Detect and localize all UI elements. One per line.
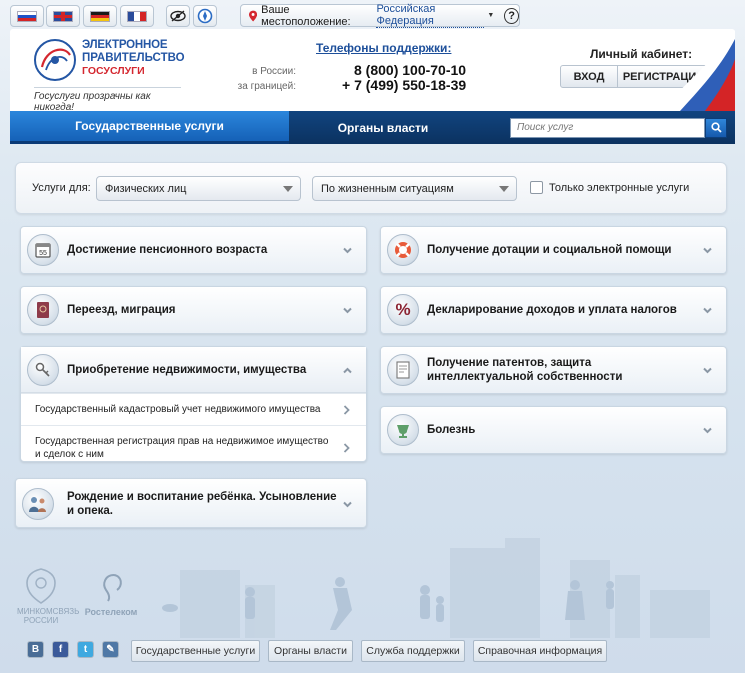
- site-header: ЭЛЕКТРОННОЕ ПРАВИТЕЛЬСТВО ГОСУСЛУГИ Госу…: [10, 29, 735, 111]
- logo-title-line3: ГОСУСЛУГИ: [82, 65, 145, 77]
- electronic-only-label[interactable]: Только электронные услуги: [549, 182, 689, 194]
- footer-link-authorities[interactable]: Органы власти: [268, 640, 353, 662]
- subcategory-label: Государственный кадастровый учет недвижи…: [35, 404, 321, 415]
- chevron-up-icon[interactable]: [343, 366, 352, 375]
- minsvyaz-logo-text: МИНКОМСВЯЗЬ РОССИИ: [17, 607, 80, 625]
- category-title: Получение дотации и социальной помощи: [427, 244, 672, 256]
- chevron-down-icon[interactable]: [703, 246, 712, 255]
- twitter-icon[interactable]: t: [77, 641, 94, 658]
- location-label: Ваше местоположение:: [261, 3, 351, 28]
- category-pension[interactable]: 55 Достижение пенсионного возраста: [20, 226, 367, 274]
- chevron-down-icon[interactable]: [343, 246, 352, 255]
- category-subsidy[interactable]: Получение дотации и социальной помощи: [380, 226, 727, 274]
- location-link[interactable]: Российская Федерация: [376, 3, 485, 28]
- french-flag-icon[interactable]: [120, 5, 154, 27]
- family-icon: [22, 488, 54, 520]
- category-illness[interactable]: Болезнь: [380, 406, 727, 454]
- chevron-right-icon: [343, 404, 350, 415]
- subcategory-item[interactable]: Государственный кадастровый учет недвижи…: [21, 393, 366, 425]
- certificate-icon: [387, 354, 419, 386]
- services-filter-panel: Услуги для: Физических лиц По жизненным …: [15, 162, 727, 214]
- category-title: Приобретение недвижимости, имущества: [67, 364, 307, 376]
- category-taxes[interactable]: % Декларирование доходов и уплата налого…: [380, 286, 727, 334]
- footer-link-support[interactable]: Служба поддержки: [361, 640, 465, 662]
- keys-icon: [27, 354, 59, 386]
- chevron-down-icon[interactable]: [343, 306, 352, 315]
- support-phones-title[interactable]: Телефоны поддержки:: [316, 41, 451, 55]
- category-patents[interactable]: Получение патентов, защита интеллектуаль…: [380, 346, 727, 394]
- electronic-only-checkbox[interactable]: [530, 181, 543, 194]
- phone-russia-label: в России:: [252, 66, 296, 77]
- chevron-down-icon: [283, 186, 293, 192]
- tricolor-stripe-decoration: [660, 29, 735, 111]
- calendar-55-icon: 55: [27, 234, 59, 266]
- location-selector: Ваше местоположение: Российская Федераци…: [240, 3, 520, 28]
- lifebuoy-icon: [387, 234, 419, 266]
- uk-flag-icon[interactable]: [46, 5, 80, 27]
- top-bar: Ваше местоположение: Российская Федераци…: [0, 0, 745, 30]
- phone-abroad-number: + 7 (499) 550-18-39: [342, 77, 467, 93]
- search-icon[interactable]: [705, 117, 727, 138]
- footer-link-reference[interactable]: Справочная информация: [473, 640, 607, 662]
- category-title: Болезнь: [427, 424, 476, 436]
- subcategory-item[interactable]: Государственная регистрация прав на недв…: [21, 425, 366, 470]
- tab-state-services[interactable]: Государственные услуги: [10, 111, 289, 144]
- help-icon[interactable]: ?: [504, 7, 519, 24]
- footer-link-services[interactable]: Государственные услуги: [131, 640, 260, 662]
- category-title: Переезд, миграция: [67, 304, 176, 316]
- rostelecom-logo-text: Ростелеком: [84, 607, 138, 617]
- category-type-select-value: По жизненным ситуациям: [321, 183, 454, 195]
- gosuslugi-logo-icon[interactable]: [32, 37, 78, 83]
- chevron-right-icon: [343, 443, 350, 453]
- chevron-down-icon[interactable]: [703, 306, 712, 315]
- search-input[interactable]: [510, 117, 705, 138]
- medicine-icon: [387, 414, 419, 446]
- passport-icon: [27, 294, 59, 326]
- chevron-down-icon[interactable]: [343, 500, 352, 509]
- category-property[interactable]: Приобретение недвижимости, имущества Гос…: [20, 346, 367, 462]
- audience-select-value: Физических лиц: [105, 183, 187, 195]
- chevron-down-icon[interactable]: [703, 426, 712, 435]
- chevron-down-icon[interactable]: [703, 366, 712, 375]
- audience-select[interactable]: Физических лиц: [96, 176, 301, 201]
- tab-authorities[interactable]: Органы власти: [289, 111, 477, 144]
- german-flag-icon[interactable]: [83, 5, 117, 27]
- rostelecom-logo-icon: [103, 574, 122, 602]
- chevron-down-icon: [499, 186, 509, 192]
- accessibility-eye-icon[interactable]: [166, 5, 190, 27]
- category-title: Получение патентов, защита интеллектуаль…: [427, 357, 623, 383]
- services-for-label: Услуги для:: [32, 182, 91, 194]
- phone-russia-number: 8 (800) 100-70-10: [354, 62, 467, 78]
- location-pin-icon: [249, 10, 258, 21]
- compass-icon[interactable]: [193, 5, 217, 27]
- russian-flag-icon[interactable]: [10, 5, 44, 27]
- vkontakte-icon[interactable]: B: [27, 641, 44, 658]
- login-button[interactable]: ВХОД: [560, 65, 618, 88]
- logo-title-line1: ЭЛЕКТРОННОЕ: [82, 39, 168, 51]
- coat-of-arms-icon: [26, 568, 56, 604]
- category-title: Достижение пенсионного возраста: [67, 244, 268, 256]
- chevron-down-icon[interactable]: ▼: [487, 12, 494, 19]
- livejournal-icon[interactable]: ✎: [102, 641, 119, 658]
- category-child[interactable]: Рождение и воспитание ребёнка. Усыновлен…: [15, 478, 367, 528]
- svg-text:55: 55: [39, 250, 47, 257]
- category-migration[interactable]: Переезд, миграция: [20, 286, 367, 334]
- category-title: Декларирование доходов и уплата налогов: [427, 304, 677, 316]
- percent-icon: %: [387, 294, 419, 326]
- category-title: Рождение и воспитание ребёнка. Усыновлен…: [67, 491, 337, 517]
- category-type-select[interactable]: По жизненным ситуациям: [312, 176, 517, 201]
- subcategory-label: Государственная регистрация прав на недв…: [35, 436, 329, 460]
- logo-title-line2: ПРАВИТЕЛЬСТВО: [82, 52, 185, 64]
- facebook-icon[interactable]: f: [52, 641, 69, 658]
- search-area: [477, 111, 735, 144]
- site-slogan: Госуслуги прозрачны как никогда!: [34, 87, 181, 111]
- phone-abroad-label: за границей:: [237, 81, 296, 92]
- main-navigation: Государственные услуги Органы власти: [10, 111, 735, 144]
